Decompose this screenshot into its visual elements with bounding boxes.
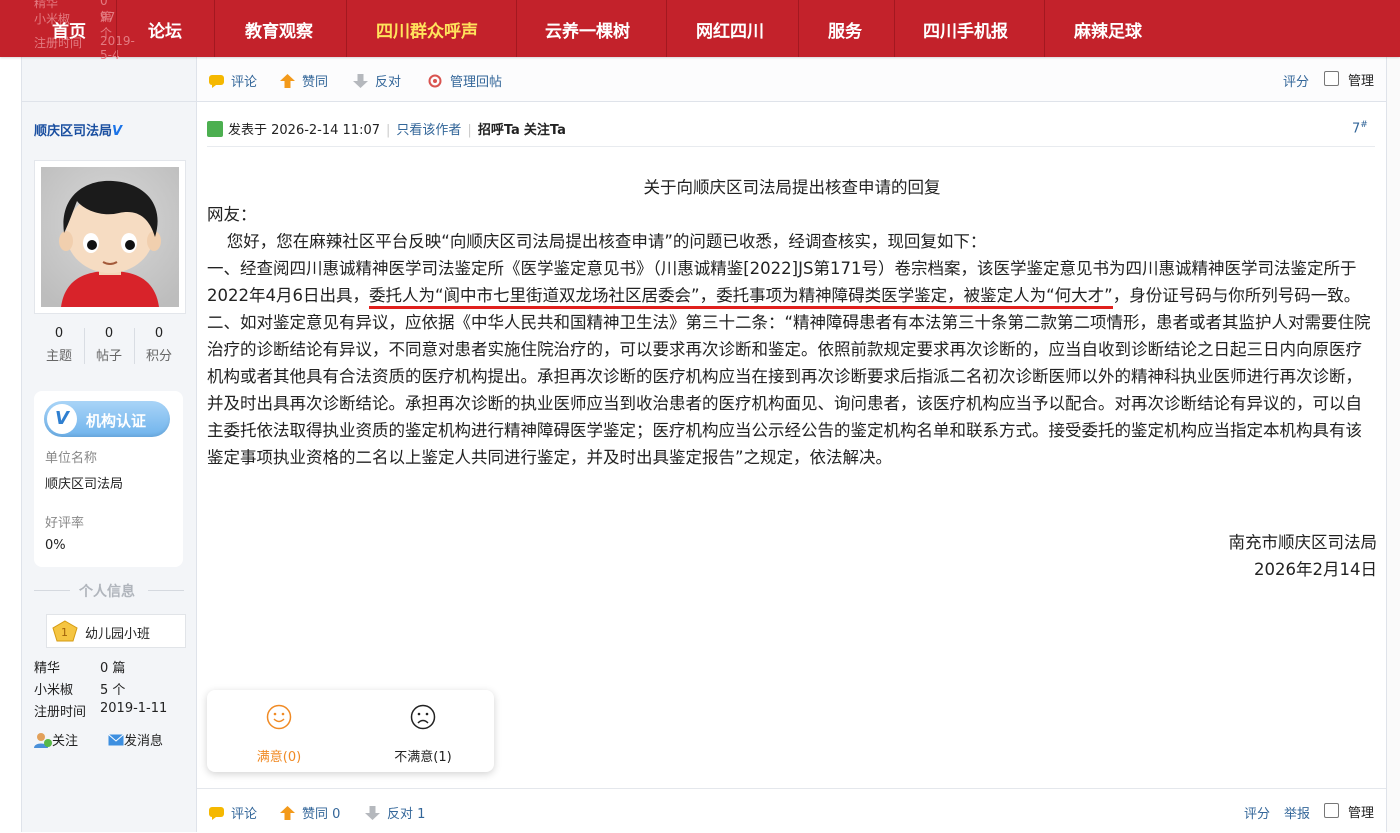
prev-post-action-bar: 评论 赞同 反对 管理回帖 评分 管理 [197, 57, 1386, 102]
avatar-image [41, 167, 179, 307]
author-name[interactable]: 顺庆区司法局V [34, 120, 122, 139]
personal-info-heading: 个人信息 [34, 580, 184, 600]
org-verified-badge[interactable]: V 机构认证 [44, 401, 170, 437]
nav-divider [516, 0, 517, 57]
post-paragraph-2: 二、如对鉴定意见有异议，应依据《中华人民共和国精神卫生法》第三十二条：“精神障碍… [207, 313, 1371, 467]
manage-label: 管理 [1348, 74, 1375, 89]
rank-badge-icon: 1 [52, 620, 78, 642]
nav-divider [666, 0, 667, 57]
arrow-down-icon [352, 74, 369, 88]
follow-icon [34, 733, 52, 748]
nav-services[interactable]: 服务 [828, 17, 862, 42]
unsatisfied-button[interactable]: 不满意(1) [353, 704, 493, 765]
avatar[interactable] [34, 160, 186, 314]
score-link[interactable]: 评分 [1244, 803, 1270, 822]
org-name-label: 单位名称 [45, 451, 98, 466]
post-signature: 南充市顺庆区司法局 [1228, 533, 1378, 552]
post-action-bar: 评论 赞同 0 反对 1 评分 举报 管理 [197, 788, 1386, 833]
nav-divider [346, 0, 347, 57]
meta-essence: 精华 0 篇 [34, 661, 126, 676]
oppose-button[interactable]: 反对 1 [364, 803, 425, 822]
envelope-icon [108, 734, 124, 746]
gear-icon [427, 74, 444, 88]
comment-icon [208, 806, 225, 820]
greet-link[interactable]: 招呼Ta [478, 123, 520, 138]
post-body: 关于向顺庆区司法局提出核查申请的回复 网友： 您好，您在麻辣社区平台反映“向顺庆… [207, 174, 1377, 583]
arrow-up-icon [279, 74, 296, 88]
only-author-link[interactable]: 只看该作者 [396, 123, 461, 138]
verified-icon: V [47, 404, 77, 434]
nav-education[interactable]: 教育观察 [245, 17, 313, 42]
highlighted-text: 委托人为“阆中市七里街道双龙场社区居委会”，委托事项为精神障碍类医学鉴定，被鉴定… [369, 286, 1113, 309]
svg-text:1: 1 [61, 626, 68, 639]
verified-icon: V [112, 124, 123, 139]
sidebar-divider [22, 101, 196, 102]
satisfied-button[interactable]: 满意(0) [209, 704, 349, 765]
top-nav-bar: 精华 0 篇 小米椒 97 个 注册时间 2019-5-4 首页 论坛 教育观察 四川… [0, 0, 1400, 62]
meta-register-date: 注册时间 2019-1-11 [34, 701, 168, 720]
nav-wanghong-sichuan[interactable]: 网红四川 [696, 17, 764, 42]
meta-pepper: 小米椒 5 个 [34, 683, 126, 698]
manage-checkbox[interactable] [1324, 71, 1339, 86]
nav-divider [798, 0, 799, 57]
manage-reply-button[interactable]: 管理回帖 [427, 71, 502, 90]
page-scrollbar-track[interactable] [1387, 0, 1400, 832]
post-header: 发表于 2026-2-14 11:07 | 只看该作者 | 招呼Ta 关注Ta [207, 119, 566, 138]
arrow-up-icon [279, 806, 296, 820]
nav-divider [116, 0, 117, 57]
rating-value: 0% [45, 538, 66, 553]
satisfied-label: 满意(0) [256, 750, 302, 765]
post-paragraph-1: 一、经查阅四川惠诚精神医学司法鉴定所《医学鉴定意见书》（川惠诚精鉴[2022]J… [207, 255, 1377, 309]
rank-label: 幼儿园小班 [85, 627, 151, 642]
follow-button[interactable]: 关注 [34, 730, 78, 749]
stat-topics[interactable]: 0 主题 [34, 326, 84, 364]
frown-icon [410, 704, 436, 730]
org-badge-label: 机构认证 [86, 412, 147, 430]
org-name-value: 顺庆区司法局 [45, 477, 124, 492]
comment-button[interactable]: 评论 [208, 71, 257, 90]
comment-button[interactable]: 评论 [208, 803, 257, 822]
report-link[interactable]: 举报 [1284, 803, 1310, 822]
send-message-button[interactable]: 发消息 [108, 730, 163, 749]
org-verification-card: V 机构认证 单位名称 顺庆区司法局 好评率 0% [34, 391, 183, 567]
user-rank[interactable]: 1 幼儿园小班 [46, 614, 186, 648]
post-date: 2026年2月14日 [1254, 560, 1377, 579]
post-intro: 您好，您在麻辣社区平台反映“向顺庆区司法局提出核查申请”的问题已收悉，经调查核实… [226, 232, 987, 251]
smile-icon [266, 704, 292, 730]
agree-button[interactable]: 赞同 0 [279, 803, 340, 822]
unsatisfied-label: 不满意(1) [394, 750, 452, 765]
post-time: 发表于 2026-2-14 11:07 [228, 123, 381, 138]
manage-checkbox[interactable] [1324, 803, 1339, 818]
nav-divider [214, 0, 215, 57]
oppose-button[interactable]: 反对 [352, 71, 401, 90]
post-title: 关于向顺庆区司法局提出核查申请的回复 [643, 178, 941, 197]
arrow-down-icon [364, 806, 381, 820]
frame-border-left [21, 0, 22, 832]
comment-icon [208, 74, 225, 88]
post-header-divider [207, 146, 1375, 147]
post-salutation: 网友： [207, 205, 257, 224]
nav-mala-football[interactable]: 麻辣足球 [1074, 17, 1142, 42]
stat-posts[interactable]: 0 帖子 [84, 326, 134, 364]
nav-mobile-news[interactable]: 四川手机报 [923, 17, 1008, 42]
manage-label: 管理 [1348, 806, 1375, 821]
agree-button[interactable]: 赞同 [279, 71, 328, 90]
nav-sichuan-voices[interactable]: 四川群众呼声 [376, 17, 478, 42]
score-link[interactable]: 评分 [1283, 71, 1309, 90]
follow-author-link[interactable]: 关注Ta [524, 123, 566, 138]
nav-divider [1044, 0, 1045, 57]
rating-label: 好评率 [45, 516, 85, 531]
nav-divider [894, 0, 895, 57]
nav-forum[interactable]: 论坛 [148, 17, 182, 42]
stat-points[interactable]: 0 积分 [134, 326, 184, 364]
nav-home[interactable]: 首页 [52, 17, 86, 42]
nav-cloud-tree[interactable]: 云养一棵树 [545, 17, 630, 42]
satisfaction-rating-panel: 满意(0) 不满意(1) [207, 690, 494, 772]
floor-number[interactable]: 7# [1352, 120, 1368, 136]
post-source-icon [207, 121, 223, 137]
